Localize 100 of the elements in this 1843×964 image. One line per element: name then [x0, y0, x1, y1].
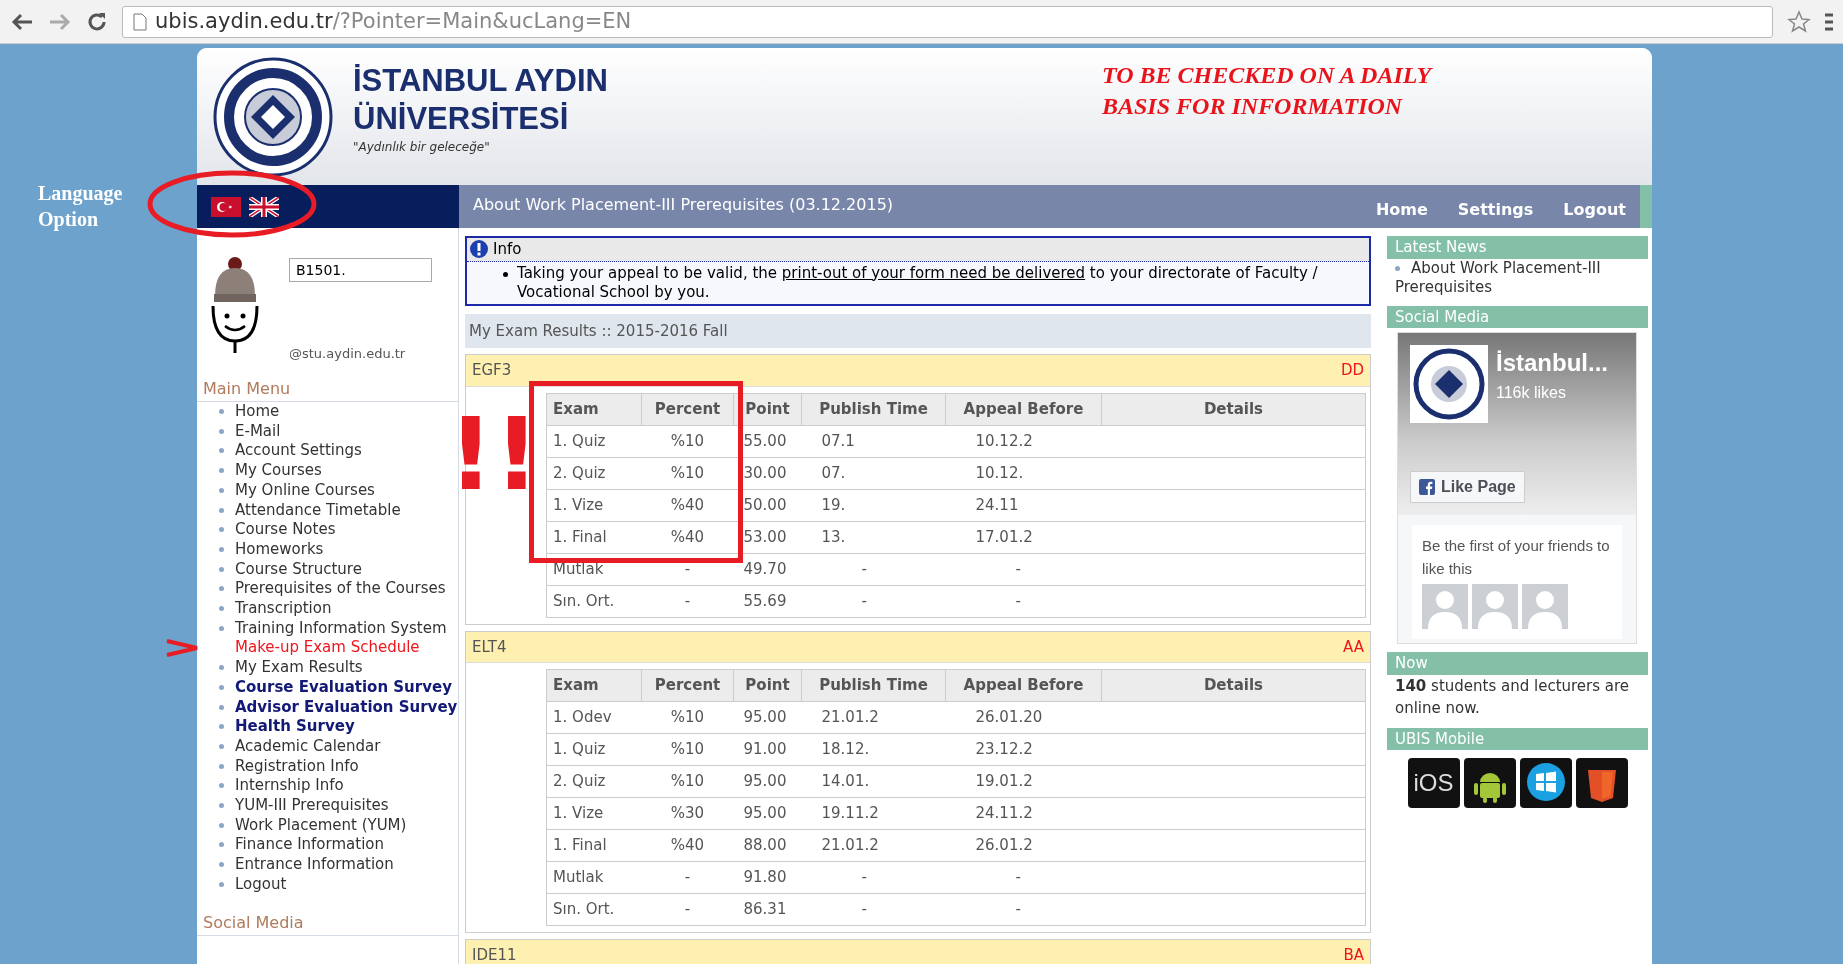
notice-text: TO BE CHECKED ON A DAILY BASIS FOR INFORMATION	[1102, 61, 1434, 121]
table-cell: 19.11.2	[821, 804, 879, 823]
menu-item[interactable]: Transcription	[197, 599, 458, 619]
bookmark-star-icon[interactable]	[1787, 9, 1811, 34]
profile-silhouette-icon	[1422, 584, 1468, 630]
table-cell: %10	[670, 740, 705, 759]
url-text: ubis.aydin.edu.tr/?Pointer=Main&ucLang=EN	[155, 7, 632, 35]
menu-item[interactable]: Work Placement (YUM)	[197, 815, 458, 836]
back-icon[interactable]	[10, 11, 34, 32]
table-cell: 95.00	[743, 804, 787, 823]
university-name: İSTANBUL AYDIN ÜNİVERSİTESİ	[353, 62, 608, 138]
column-header: Exam	[546, 669, 642, 702]
table-cell: -	[684, 559, 691, 578]
column-header: Exam	[546, 393, 642, 425]
app-store-button[interactable]: iOS	[1407, 758, 1460, 809]
grade-text: DD	[1340, 360, 1364, 381]
app-store-button[interactable]	[1519, 758, 1572, 809]
table-cell: 30.00	[743, 463, 787, 482]
table-cell: 17.01.2	[975, 527, 1033, 546]
news-item[interactable]: About Work Placement-III Prerequisites	[1395, 258, 1640, 298]
exclamation-mark: !	[494, 404, 540, 505]
student-number-field[interactable]: B1501.	[289, 258, 432, 282]
table-cell: -	[1015, 591, 1021, 610]
menu-item[interactable]: Homeworks	[197, 539, 458, 560]
table-cell: -	[1015, 868, 1021, 887]
menu-item[interactable]: Entrance Information	[197, 855, 458, 875]
section-title: Main Menu	[197, 377, 458, 402]
menu-item[interactable]: Prerequisites of the Courses	[197, 579, 458, 600]
grade-text: BA	[1343, 945, 1364, 964]
table-cell: -	[861, 559, 867, 578]
menu-item[interactable]: Health Survey	[197, 717, 458, 737]
table-cell: 24.11.2	[975, 804, 1033, 823]
menu-item[interactable]: Advisor Evaluation Survey	[197, 697, 458, 718]
table-cell: -	[1015, 559, 1021, 578]
address-bar[interactable]: ubis.aydin.edu.tr/?Pointer=Main&ucLang=EN	[122, 5, 1773, 38]
course-code: ELT4	[472, 636, 507, 658]
menu-item[interactable]: My Exam Results	[197, 658, 458, 678]
table-cell: 26.01.20	[975, 708, 1043, 727]
table-cell: 1. Vize	[553, 495, 604, 514]
column-header: Details	[1101, 393, 1366, 425]
table-cell: 95.00	[743, 772, 787, 791]
news-ticker: About Work Placement-III Prerequisites (03.12.2015)	[473, 194, 894, 216]
uk-flag-icon[interactable]	[249, 196, 279, 217]
table-cell: 07.	[821, 463, 846, 482]
facebook-icon	[1419, 479, 1435, 496]
column-header: Details	[1101, 669, 1366, 702]
table-cell: -	[684, 900, 691, 919]
nav-link[interactable]: Settings	[1457, 198, 1534, 222]
table-cell: -	[861, 900, 867, 919]
app-store-button[interactable]	[1575, 758, 1628, 809]
table-cell: 19.01.2	[975, 772, 1033, 791]
table-cell: 91.80	[743, 868, 787, 887]
table-cell: 21.01.2	[821, 708, 879, 727]
table-cell: Sın. Ort.	[553, 591, 615, 610]
info-link[interactable]: print-out of your form need be delivered	[781, 263, 1086, 282]
menu-item[interactable]: Course Structure	[197, 559, 458, 580]
email-text: @stu.aydin.edu.tr	[289, 345, 407, 363]
menu-item[interactable]: Registration Info	[197, 756, 458, 777]
table-cell: %40	[670, 836, 705, 855]
online-text: 140 students and lecturers are online now.	[1394, 675, 1631, 720]
table-cell: %10	[670, 431, 705, 450]
table-cell: %30	[670, 804, 705, 823]
table-cell: 86.31	[743, 900, 787, 919]
table-cell: 50.00	[743, 495, 787, 514]
table-cell: 18.12.	[821, 740, 870, 759]
menu-item[interactable]: Internship Info	[197, 776, 458, 797]
table-cell: Sın. Ort.	[553, 900, 615, 919]
like-page-button[interactable]: Like Page	[1410, 471, 1525, 504]
table-cell: 10.12.2	[975, 431, 1033, 450]
app-store-button[interactable]	[1463, 758, 1516, 809]
menu-item[interactable]: Logout	[197, 874, 458, 895]
course-code: EGF3	[472, 360, 512, 381]
table-cell: 2. Quiz	[553, 772, 606, 791]
table-cell: -	[861, 868, 867, 887]
menu-item[interactable]: Make-up Exam Schedule	[197, 638, 458, 659]
nav-link[interactable]: Logout	[1563, 198, 1626, 222]
table-cell: 19.	[821, 495, 846, 514]
table-cell: 1. Odev	[553, 708, 612, 727]
turkish-flag-icon[interactable]	[211, 196, 241, 217]
table-cell: -	[684, 868, 691, 887]
menu-item[interactable]: YUM-III Prerequisites	[197, 796, 458, 816]
menu-item[interactable]: Finance Information	[197, 835, 458, 856]
table-cell: 55.69	[743, 591, 787, 610]
table-cell: %10	[670, 772, 705, 791]
menu-item[interactable]: Training Information System	[197, 618, 458, 639]
table-cell: -	[861, 591, 867, 610]
menu-item[interactable]: Course Notes	[197, 520, 458, 540]
slogan-text: "Aydınlık bir geleceğe"	[353, 139, 491, 156]
table-cell: 2. Quiz	[553, 463, 606, 482]
table-cell: 23.12.2	[975, 740, 1033, 759]
reload-icon[interactable]	[86, 10, 108, 33]
section-title: Social Media	[197, 910, 458, 936]
nav-link[interactable]: Home	[1375, 198, 1428, 222]
column-header: Appeal Before	[945, 393, 1102, 425]
menu-item[interactable]: Course Evaluation Survey	[197, 677, 458, 698]
table-cell: -	[684, 591, 691, 610]
menu-item[interactable]: Academic Calendar	[197, 736, 458, 757]
grade-text: AA	[1343, 636, 1364, 658]
table-cell: 1. Vize	[553, 804, 604, 823]
profile-silhouette-icon	[1472, 584, 1518, 630]
